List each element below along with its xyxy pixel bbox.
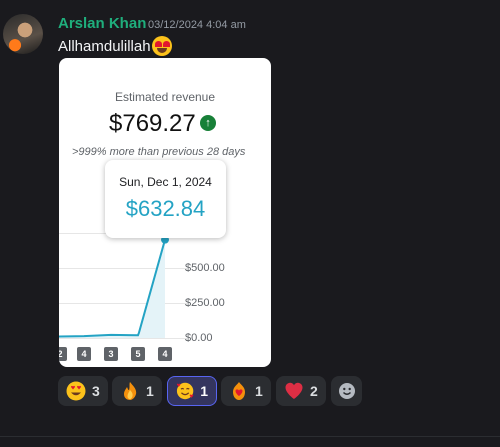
- y-tick-label: $500.00: [185, 262, 225, 274]
- author-name[interactable]: Arslan Khan: [58, 15, 146, 32]
- card-title: Estimated revenue: [114, 90, 216, 104]
- x-tick-label: 5: [131, 347, 145, 361]
- arrow-up-icon: ↑: [200, 115, 216, 131]
- revenue-area: [59, 239, 165, 338]
- add-reaction-button[interactable]: [331, 376, 362, 406]
- reaction-count: 3: [92, 383, 100, 399]
- reaction-heart-on-fire[interactable]: 1: [221, 376, 271, 406]
- reaction-count: 1: [146, 383, 154, 399]
- chart-tooltip: Sun, Dec 1, 2024 $632.84: [105, 160, 226, 238]
- message-timestamp: 03/12/2024 4:04 am: [148, 19, 246, 31]
- add-reaction-icon: [338, 383, 355, 399]
- heart-eyes-emoji-icon: [151, 36, 172, 56]
- revenue-value: $769.27: [109, 110, 196, 137]
- reaction-heart-eyes[interactable]: 3: [58, 376, 108, 406]
- card-subtitle: >999% more than previous 28 days: [72, 146, 246, 158]
- smiling-face-with-hearts-emoji-icon: [176, 382, 194, 400]
- heart-on-fire-emoji-icon: [233, 382, 245, 400]
- y-tick-label: $250.00: [185, 297, 225, 309]
- avatar[interactable]: [3, 14, 43, 54]
- revenue-image[interactable]: Estimated revenue $769.27 ↑ >999% more t…: [59, 58, 271, 367]
- y-tick-label: $0.00: [185, 332, 213, 344]
- tooltip-value: $632.84: [125, 196, 206, 221]
- x-tick-label: 3: [104, 347, 118, 361]
- reaction-count: 1: [200, 383, 208, 399]
- divider: [0, 436, 500, 437]
- red-heart-emoji-icon: [285, 382, 303, 399]
- reaction-red-heart[interactable]: 2: [276, 376, 326, 406]
- message-body: Allhamdulillah: [58, 37, 151, 55]
- message-text: Allhamdulillah: [58, 36, 172, 56]
- reaction-smiling-hearts[interactable]: 1: [167, 376, 217, 406]
- fire-emoji-icon: [124, 382, 137, 400]
- reaction-count: 1: [255, 383, 263, 399]
- reaction-count: 2: [310, 383, 318, 399]
- x-tick-label: 4: [77, 347, 91, 361]
- tooltip-date: Sun, Dec 1, 2024: [119, 175, 212, 189]
- x-tick-label: 4: [158, 347, 172, 361]
- reaction-fire[interactable]: 1: [112, 376, 162, 406]
- heart-eyes-emoji-icon: [66, 381, 86, 401]
- x-tick-label: 2: [59, 347, 67, 361]
- revenue-chart: [59, 235, 169, 338]
